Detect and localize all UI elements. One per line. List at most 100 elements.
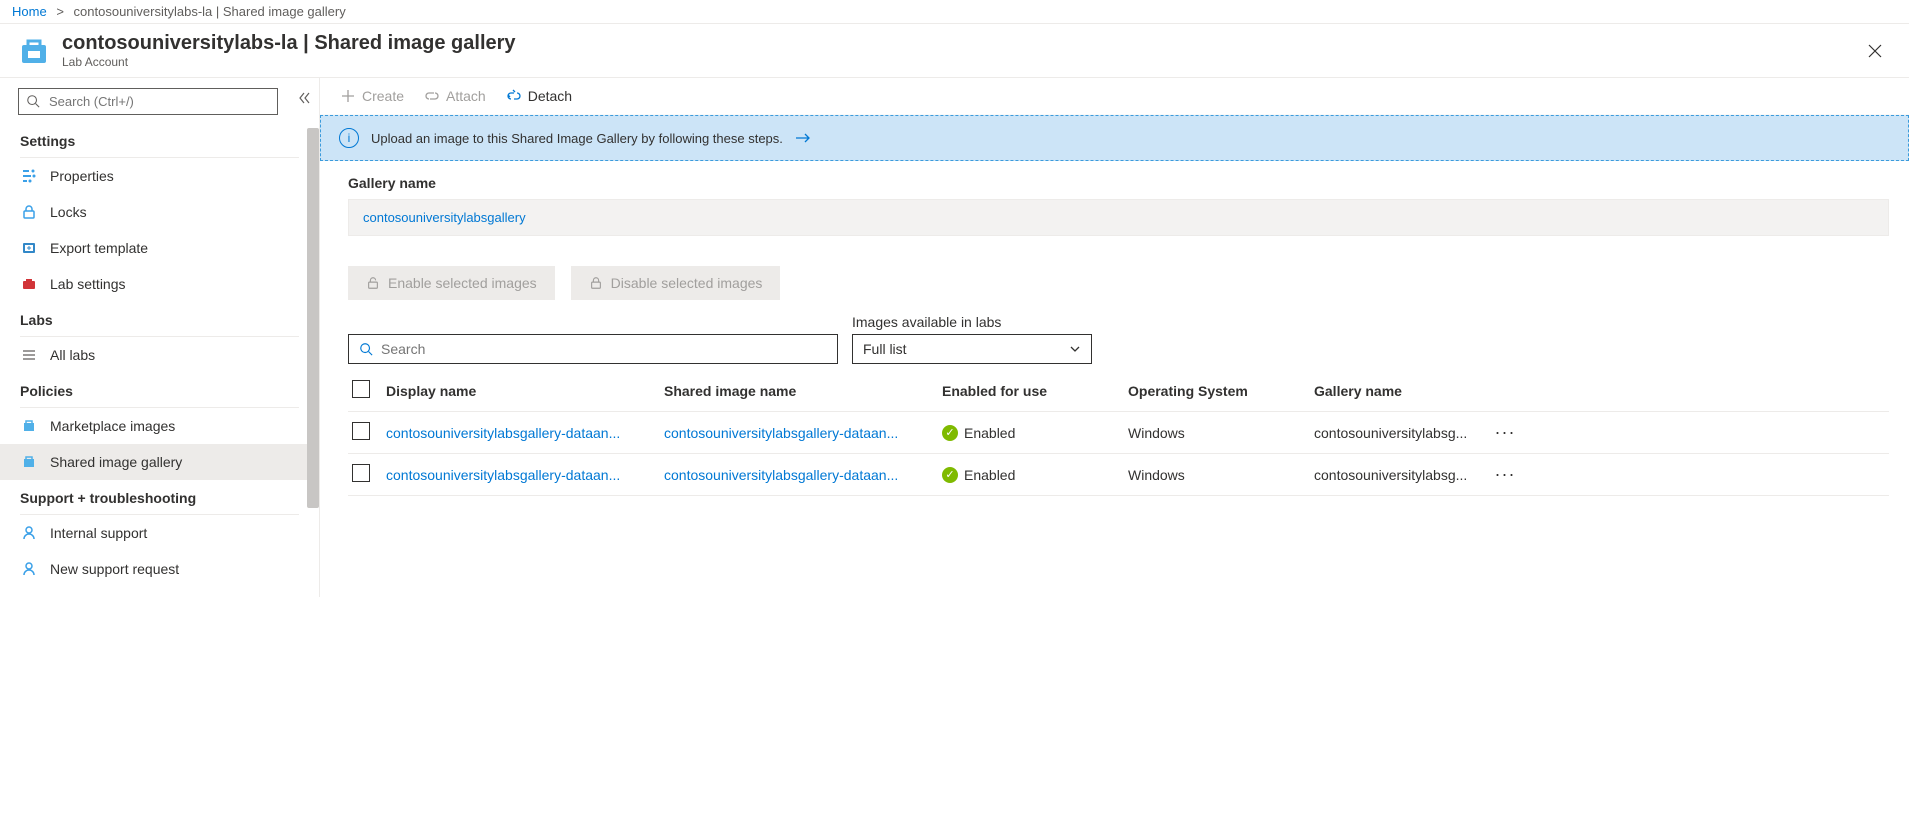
- check-circle-icon: ✓: [942, 425, 958, 441]
- breadcrumb-current: contosouniversitylabs-la | Shared image …: [74, 4, 346, 19]
- sidebar-item-label: Lab settings: [50, 276, 126, 292]
- resource-icon: [16, 33, 52, 69]
- sidebar-item-lab-settings[interactable]: Lab settings: [0, 266, 319, 302]
- sidebar-section-support: Support + troubleshooting: [0, 480, 319, 512]
- gallery-name-link[interactable]: contosouniversitylabsgallery: [363, 210, 526, 225]
- page-subtitle: Lab Account: [62, 55, 516, 69]
- sidebar-item-label: Shared image gallery: [50, 454, 182, 470]
- os-text: Windows: [1128, 425, 1314, 441]
- col-gallery[interactable]: Gallery name: [1314, 383, 1490, 399]
- display-name-link[interactable]: contosouniversitylabsgallery-dataan...: [386, 425, 620, 441]
- image-search[interactable]: [348, 334, 838, 364]
- export-template-icon: [20, 239, 38, 257]
- scrollbar-thumb[interactable]: [307, 128, 319, 508]
- support-icon: [20, 524, 38, 542]
- sidebar-item-label: Export template: [50, 240, 148, 256]
- row-checkbox[interactable]: [352, 464, 370, 482]
- images-filter-dropdown[interactable]: Full list: [852, 334, 1092, 364]
- image-search-input[interactable]: [381, 341, 827, 357]
- dropdown-value: Full list: [863, 341, 907, 357]
- breadcrumb-separator-icon: >: [56, 4, 64, 19]
- dropdown-label: Images available in labs: [852, 314, 1092, 330]
- search-icon: [26, 94, 40, 108]
- list-icon: [20, 346, 38, 364]
- table-header-row: Display name Shared image name Enabled f…: [348, 370, 1889, 412]
- sidebar-item-label: Locks: [50, 204, 87, 220]
- detach-icon: [506, 88, 522, 104]
- sidebar-item-export-template[interactable]: Export template: [0, 230, 319, 266]
- sidebar: Settings Properties Locks Export templat…: [0, 78, 320, 597]
- create-button: Create: [340, 88, 404, 104]
- attach-button: Attach: [424, 88, 486, 104]
- sidebar-item-properties[interactable]: Properties: [0, 158, 319, 194]
- toolbar-label: Attach: [446, 88, 486, 104]
- images-table: Display name Shared image name Enabled f…: [348, 370, 1889, 496]
- chevron-down-icon: [1069, 343, 1081, 355]
- info-icon: i: [339, 128, 359, 148]
- banner-text: Upload an image to this Shared Image Gal…: [371, 131, 783, 146]
- sidebar-item-label: New support request: [50, 561, 179, 577]
- sidebar-item-label: Internal support: [50, 525, 147, 541]
- gallery-name-label: Gallery name: [348, 175, 1889, 191]
- shared-name-link[interactable]: contosouniversitylabsgallery-dataan...: [664, 467, 898, 483]
- lab-settings-icon: [20, 275, 38, 293]
- select-all-checkbox[interactable]: [352, 380, 370, 398]
- toolbar-label: Create: [362, 88, 404, 104]
- enabled-text: Enabled: [964, 467, 1015, 483]
- page-header: contosouniversitylabs-la | Shared image …: [0, 24, 1909, 77]
- sidebar-section-settings: Settings: [0, 123, 319, 155]
- info-banner: i Upload an image to this Shared Image G…: [320, 115, 1909, 161]
- collapse-sidebar-button[interactable]: [299, 92, 311, 104]
- col-shared-name[interactable]: Shared image name: [664, 383, 942, 399]
- sidebar-item-shared-image-gallery[interactable]: Shared image gallery: [0, 444, 319, 480]
- page-title: contosouniversitylabs-la | Shared image …: [62, 32, 516, 55]
- sidebar-item-internal-support[interactable]: Internal support: [0, 515, 319, 551]
- toolbar: Create Attach Detach: [320, 78, 1909, 115]
- gallery-text: contosouniversitylabsg...: [1314, 425, 1490, 441]
- lock-icon: [589, 276, 603, 290]
- gallery-icon: [20, 453, 38, 471]
- lock-icon: [20, 203, 38, 221]
- sidebar-item-label: All labs: [50, 347, 95, 363]
- search-icon: [359, 342, 373, 356]
- new-support-icon: [20, 560, 38, 578]
- display-name-link[interactable]: contosouniversitylabsgallery-dataan...: [386, 467, 620, 483]
- detach-button[interactable]: Detach: [506, 88, 572, 104]
- marketplace-icon: [20, 417, 38, 435]
- enable-selected-button: Enable selected images: [348, 266, 555, 300]
- close-button[interactable]: [1857, 37, 1893, 65]
- toolbar-label: Detach: [528, 88, 572, 104]
- gallery-text: contosouniversitylabsg...: [1314, 467, 1490, 483]
- sidebar-item-locks[interactable]: Locks: [0, 194, 319, 230]
- os-text: Windows: [1128, 467, 1314, 483]
- sidebar-section-labs: Labs: [0, 302, 319, 334]
- breadcrumb-home[interactable]: Home: [12, 4, 47, 19]
- properties-icon: [20, 167, 38, 185]
- attach-icon: [424, 88, 440, 104]
- sidebar-item-label: Properties: [50, 168, 114, 184]
- sidebar-item-all-labs[interactable]: All labs: [0, 337, 319, 373]
- pill-label: Disable selected images: [611, 275, 763, 291]
- row-checkbox[interactable]: [352, 422, 370, 440]
- sidebar-item-marketplace-images[interactable]: Marketplace images: [0, 408, 319, 444]
- sidebar-search-input[interactable]: [18, 88, 278, 115]
- disable-selected-button: Disable selected images: [571, 266, 781, 300]
- table-row[interactable]: contosouniversitylabsgallery-dataan... c…: [348, 454, 1889, 496]
- sidebar-item-new-support-request[interactable]: New support request: [0, 551, 319, 587]
- shared-name-link[interactable]: contosouniversitylabsgallery-dataan...: [664, 425, 898, 441]
- table-row[interactable]: contosouniversitylabsgallery-dataan... c…: [348, 412, 1889, 454]
- sidebar-scrollbar[interactable]: [305, 118, 319, 597]
- arrow-right-icon[interactable]: [795, 132, 811, 144]
- sidebar-item-label: Marketplace images: [50, 418, 175, 434]
- enabled-text: Enabled: [964, 425, 1015, 441]
- sidebar-search[interactable]: [18, 88, 301, 115]
- main-panel: Create Attach Detach i Upload an image t…: [320, 78, 1909, 597]
- row-more-button[interactable]: ···: [1490, 464, 1520, 485]
- col-os[interactable]: Operating System: [1128, 383, 1314, 399]
- row-more-button[interactable]: ···: [1490, 422, 1520, 443]
- breadcrumb: Home > contosouniversitylabs-la | Shared…: [0, 0, 1909, 24]
- check-circle-icon: ✓: [942, 467, 958, 483]
- unlock-icon: [366, 276, 380, 290]
- col-display-name[interactable]: Display name: [386, 383, 664, 399]
- col-enabled[interactable]: Enabled for use: [942, 383, 1128, 399]
